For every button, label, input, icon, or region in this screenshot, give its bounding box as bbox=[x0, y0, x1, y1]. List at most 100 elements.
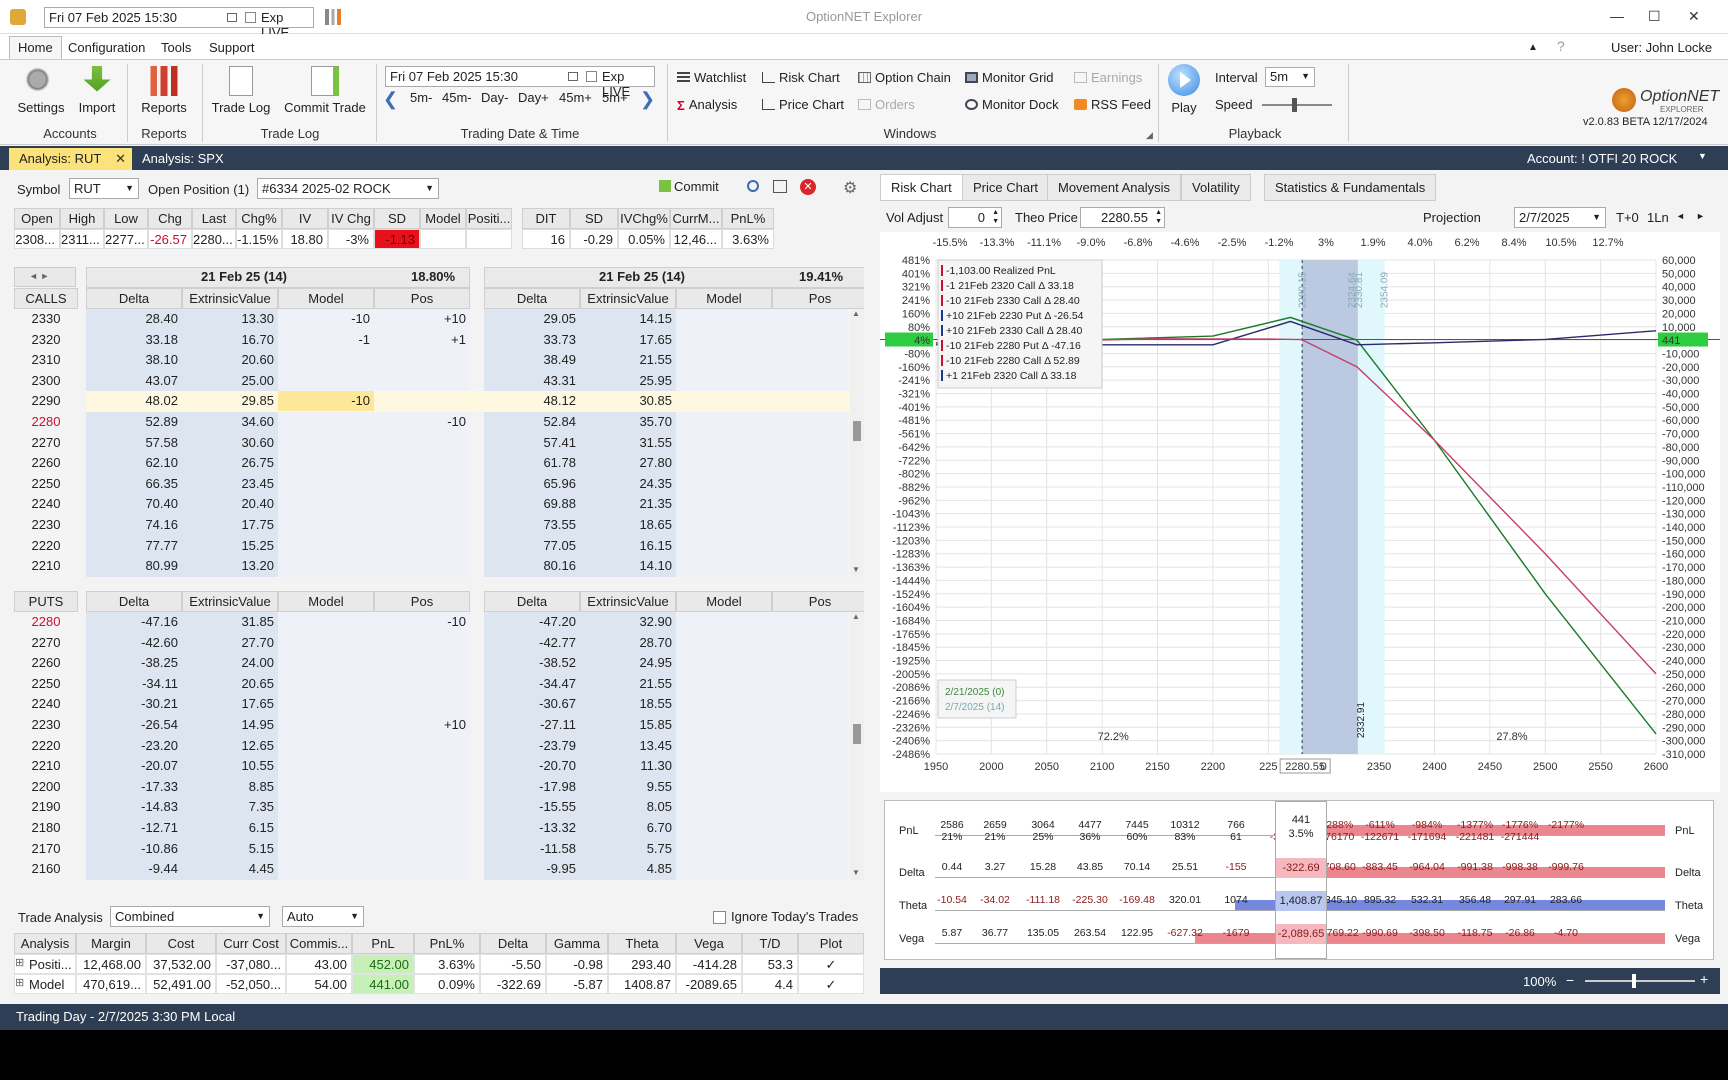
table-row[interactable]: 2310 38.10 20.60 38.49 21.55 bbox=[14, 350, 864, 371]
model-cell[interactable] bbox=[278, 633, 374, 653]
model-cell[interactable] bbox=[676, 453, 772, 473]
model-cell[interactable] bbox=[278, 715, 374, 735]
menu-home[interactable]: Home bbox=[9, 36, 62, 60]
pos-cell[interactable]: +1 bbox=[374, 330, 470, 350]
minimize-icon[interactable]: — bbox=[1610, 8, 1624, 24]
pos-cell[interactable]: +10 bbox=[374, 715, 470, 735]
model-cell[interactable] bbox=[278, 371, 374, 391]
menu-support[interactable]: Support bbox=[209, 40, 255, 55]
model-cell[interactable] bbox=[676, 536, 772, 556]
model-cell[interactable] bbox=[676, 756, 772, 776]
auto-select[interactable]: Auto ▼ bbox=[282, 906, 364, 927]
model-cell[interactable] bbox=[676, 859, 772, 879]
pos-cell[interactable] bbox=[772, 556, 848, 576]
model-cell[interactable] bbox=[676, 715, 772, 735]
zoom-in-icon[interactable]: + bbox=[1700, 971, 1708, 987]
lines-label[interactable]: 1Ln bbox=[1647, 210, 1669, 225]
zoom-slider-thumb[interactable] bbox=[1632, 974, 1636, 988]
scroll-down-icon[interactable]: ▼ bbox=[852, 868, 860, 877]
table-row[interactable]: Positi... 12,468.00 37,532.00 -37,080... 43.… bbox=[14, 954, 864, 974]
tab-movement-analysis[interactable]: Movement Analysis bbox=[1047, 174, 1181, 201]
model-cell[interactable] bbox=[278, 777, 374, 797]
model-cell[interactable] bbox=[676, 818, 772, 838]
orders-button[interactable]: Orders bbox=[858, 97, 915, 112]
maximize-icon[interactable]: ☐ bbox=[1648, 8, 1661, 25]
search-icon[interactable] bbox=[747, 180, 759, 192]
table-row[interactable]: 2220 -23.20 12.65 -23.79 13.45 bbox=[14, 736, 864, 757]
collapse-ribbon-icon[interactable]: ▲ bbox=[1528, 42, 1538, 53]
model-cell[interactable] bbox=[676, 494, 772, 514]
scroll-up-icon[interactable]: ▲ bbox=[852, 309, 860, 318]
pos-cell[interactable] bbox=[772, 494, 848, 514]
vol-adjust-input[interactable]: 0 ▲ ▼ bbox=[948, 207, 1002, 228]
table-row[interactable]: 2280 -47.16 31.85 -10 -47.20 32.90 bbox=[14, 612, 864, 633]
model-cell[interactable] bbox=[278, 839, 374, 859]
model-cell[interactable]: -10 bbox=[278, 391, 374, 412]
trading-date-picker[interactable]: Fri 07 Feb 2025 15:30 Exp LIVE bbox=[385, 66, 655, 99]
model-cell[interactable] bbox=[278, 756, 374, 776]
model-cell[interactable] bbox=[676, 612, 772, 632]
pos-cell[interactable] bbox=[772, 330, 848, 350]
pos-cell[interactable] bbox=[772, 536, 848, 556]
pos-cell[interactable] bbox=[772, 309, 848, 329]
model-cell[interactable] bbox=[676, 839, 772, 859]
model-cell[interactable] bbox=[278, 350, 374, 370]
model-cell[interactable] bbox=[278, 694, 374, 714]
speed-slider[interactable] bbox=[1262, 98, 1332, 112]
rss-feed-button[interactable]: RSS Feed bbox=[1074, 97, 1151, 112]
tab-volatility[interactable]: Volatility bbox=[1181, 174, 1251, 201]
pos-cell[interactable] bbox=[772, 412, 848, 432]
pos-cell[interactable] bbox=[772, 756, 848, 776]
model-cell[interactable] bbox=[278, 515, 374, 535]
spinner-icon[interactable]: ▲ ▼ bbox=[992, 208, 999, 226]
reports-button[interactable]: Reports bbox=[138, 66, 190, 115]
pos-cell[interactable] bbox=[772, 674, 848, 694]
theo-price-input[interactable]: 2280.55 ▲ ▼ bbox=[1080, 207, 1165, 228]
table-row[interactable]: 2260 62.10 26.75 61.78 27.80 bbox=[14, 453, 864, 474]
pos-cell[interactable] bbox=[772, 350, 848, 370]
scroll-up-icon[interactable]: ▲ bbox=[852, 612, 860, 621]
watchlist-button[interactable]: Watchlist bbox=[677, 70, 746, 85]
expand-icon[interactable]: ⊞ bbox=[15, 976, 24, 989]
pos-cell[interactable]: +10 bbox=[374, 309, 470, 329]
scrollbar[interactable] bbox=[850, 309, 864, 577]
step-45m-back[interactable]: 45m- bbox=[442, 90, 472, 105]
projection-date-select[interactable]: 2/7/2025 ▼ bbox=[1514, 207, 1606, 228]
model-cell[interactable] bbox=[676, 653, 772, 673]
model-cell[interactable] bbox=[278, 612, 374, 632]
model-cell[interactable]: -1 bbox=[278, 330, 374, 350]
spinner-icon[interactable]: ▲ ▼ bbox=[1155, 208, 1162, 226]
step-45m-forward[interactable]: 45m+ bbox=[559, 90, 592, 105]
pos-cell[interactable] bbox=[374, 494, 470, 514]
price-chart-button[interactable]: Price Chart bbox=[762, 97, 844, 112]
commit-button[interactable]: Commit bbox=[659, 179, 719, 194]
ta-cell[interactable]: ✓ bbox=[798, 974, 864, 994]
pos-cell[interactable] bbox=[374, 453, 470, 473]
table-row[interactable]: 2160 -9.44 4.45 -9.95 4.85 bbox=[14, 859, 864, 880]
tab-analysis-spx[interactable]: Analysis: SPX bbox=[132, 148, 234, 170]
tab-risk-chart[interactable]: Risk Chart bbox=[880, 174, 963, 201]
scroll-thumb[interactable] bbox=[853, 421, 861, 442]
table-row[interactable]: 2240 70.40 20.40 69.88 21.35 bbox=[14, 494, 864, 515]
model-cell[interactable] bbox=[278, 797, 374, 817]
zoom-out-icon[interactable]: − bbox=[1566, 972, 1574, 988]
account-dropdown-icon[interactable]: ▼ bbox=[1698, 151, 1707, 161]
table-row[interactable]: Model 470,619... 52,491.00 -52,050... 54.00 4… bbox=[14, 974, 864, 994]
step-5m-back[interactable]: 5m- bbox=[410, 90, 432, 105]
table-row[interactable]: 2230 -26.54 14.95 +10 -27.11 15.85 bbox=[14, 715, 864, 736]
settings-button[interactable]: Settings bbox=[14, 66, 68, 115]
pos-cell[interactable] bbox=[374, 350, 470, 370]
pos-cell[interactable] bbox=[772, 515, 848, 535]
risk-chart-button[interactable]: Risk Chart bbox=[762, 70, 840, 85]
scroll-down-icon[interactable]: ▼ bbox=[852, 565, 860, 574]
step-5m-forward[interactable]: 5m+ bbox=[602, 90, 628, 105]
pos-cell[interactable]: -10 bbox=[374, 412, 470, 432]
pos-cell[interactable] bbox=[772, 818, 848, 838]
interval-select[interactable]: 5m ▼ bbox=[1265, 67, 1315, 87]
model-cell[interactable] bbox=[676, 433, 772, 453]
table-row[interactable]: 2200 -17.33 8.85 -17.98 9.55 bbox=[14, 777, 864, 798]
step-forward-icon[interactable]: ❯ bbox=[640, 89, 655, 110]
pos-cell[interactable] bbox=[772, 859, 848, 879]
table-row[interactable]: 2300 43.07 25.00 43.31 25.95 bbox=[14, 371, 864, 392]
table-row[interactable]: 2180 -12.71 6.15 -13.32 6.70 bbox=[14, 818, 864, 839]
